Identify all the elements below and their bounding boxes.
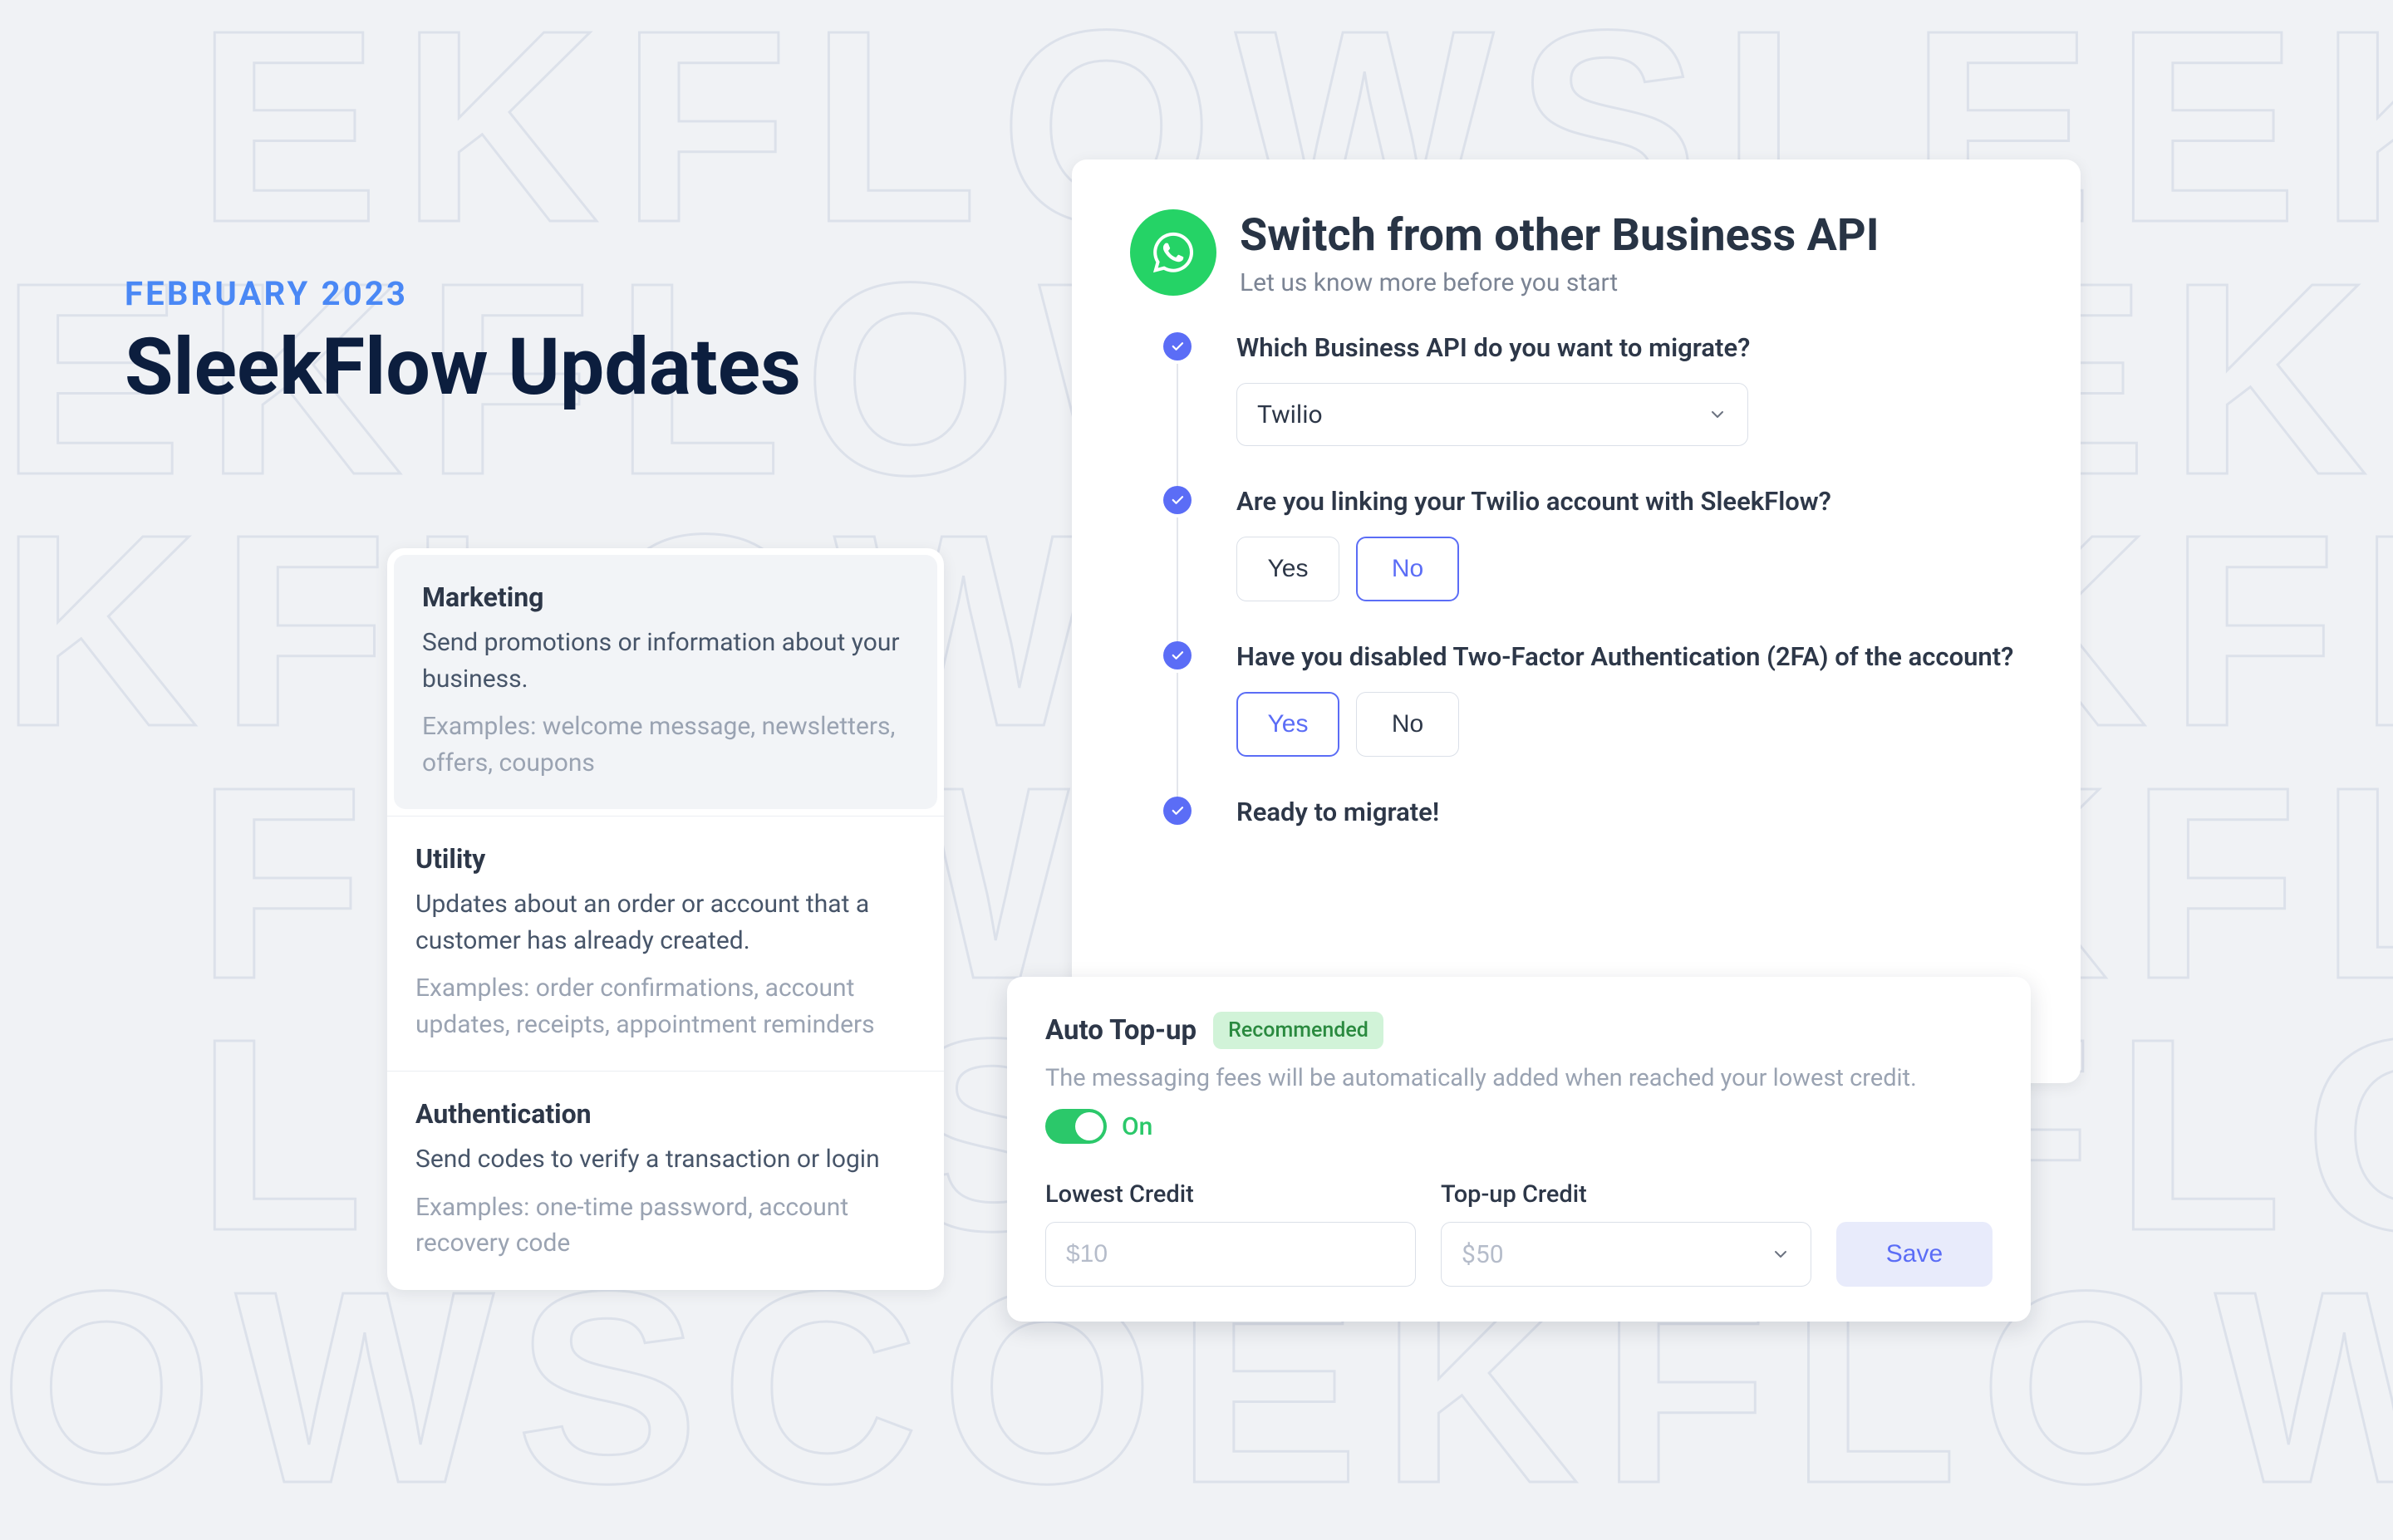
check-icon [1163, 486, 1192, 514]
category-examples: Examples: one-time password, account rec… [415, 1189, 916, 1262]
categories-card: Marketing Send promotions or information… [387, 548, 944, 1290]
category-description: Updates about an order or account that a… [415, 886, 916, 959]
category-examples: Examples: order confirmations, account u… [415, 970, 916, 1042]
wizard-step-4: Ready to migrate! [1236, 797, 2022, 867]
save-button[interactable]: Save [1836, 1222, 1993, 1287]
topup-title: Auto Top-up [1045, 1014, 1196, 1047]
chevron-down-icon [1708, 405, 1727, 424]
lowest-credit-label: Lowest Credit [1045, 1180, 1416, 1209]
step-label: Which Business API do you want to migrat… [1236, 332, 2022, 363]
check-icon [1163, 641, 1192, 669]
lowest-credit-input[interactable] [1045, 1222, 1416, 1287]
api-provider-dropdown[interactable]: Twilio [1236, 383, 1748, 446]
select-placeholder: $50 [1462, 1240, 1504, 1269]
wizard-step-3: Have you disabled Two-Factor Authenticat… [1236, 641, 2022, 797]
topup-credit-label: Top-up Credit [1441, 1180, 1811, 1209]
linking-yes-button[interactable]: Yes [1236, 537, 1339, 601]
category-authentication[interactable]: Authentication Send codes to verify a tr… [387, 1071, 944, 1290]
category-title: Utility [415, 843, 916, 875]
category-title: Marketing [422, 581, 909, 613]
recommended-badge: Recommended [1213, 1012, 1383, 1049]
whatsapp-icon [1130, 209, 1216, 296]
check-icon [1163, 797, 1192, 825]
category-description: Send promotions or information about you… [422, 625, 909, 697]
wizard-title: Switch from other Business API [1240, 209, 1880, 262]
category-examples: Examples: welcome message, newsletters, … [422, 709, 909, 781]
toggle-state-label: On [1122, 1112, 1152, 1141]
twofa-yes-button[interactable]: Yes [1236, 692, 1339, 757]
topup-toggle[interactable] [1045, 1109, 1107, 1144]
wizard-step-2: Are you linking your Twilio account with… [1236, 486, 2022, 641]
migration-wizard-card: Switch from other Business API Let us kn… [1072, 159, 2081, 1083]
auto-topup-card: Auto Top-up Recommended The messaging fe… [1007, 977, 2031, 1322]
eyebrow-date: FEBRUARY 2023 [125, 274, 801, 313]
dropdown-value: Twilio [1257, 400, 1323, 429]
category-title: Authentication [415, 1098, 916, 1130]
page-header: FEBRUARY 2023 SleekFlow Updates [125, 274, 801, 414]
topup-credit-select[interactable]: $50 [1441, 1222, 1811, 1287]
linking-no-button[interactable]: No [1356, 537, 1459, 601]
step-label: Have you disabled Two-Factor Authenticat… [1236, 641, 2022, 672]
category-utility[interactable]: Utility Updates about an order or accoun… [387, 816, 944, 1071]
step-label: Ready to migrate! [1236, 797, 2022, 827]
check-icon [1163, 332, 1192, 360]
category-marketing[interactable]: Marketing Send promotions or information… [394, 555, 937, 809]
topup-description: The messaging fees will be automatically… [1045, 1064, 1993, 1092]
chevron-down-icon [1771, 1244, 1791, 1264]
step-label: Are you linking your Twilio account with… [1236, 486, 2022, 517]
category-description: Send codes to verify a transaction or lo… [415, 1141, 916, 1178]
page-title: SleekFlow Updates [125, 321, 801, 414]
wizard-step-1: Which Business API do you want to migrat… [1236, 332, 2022, 486]
twofa-no-button[interactable]: No [1356, 692, 1459, 757]
wizard-subtitle: Let us know more before you start [1240, 268, 1880, 297]
